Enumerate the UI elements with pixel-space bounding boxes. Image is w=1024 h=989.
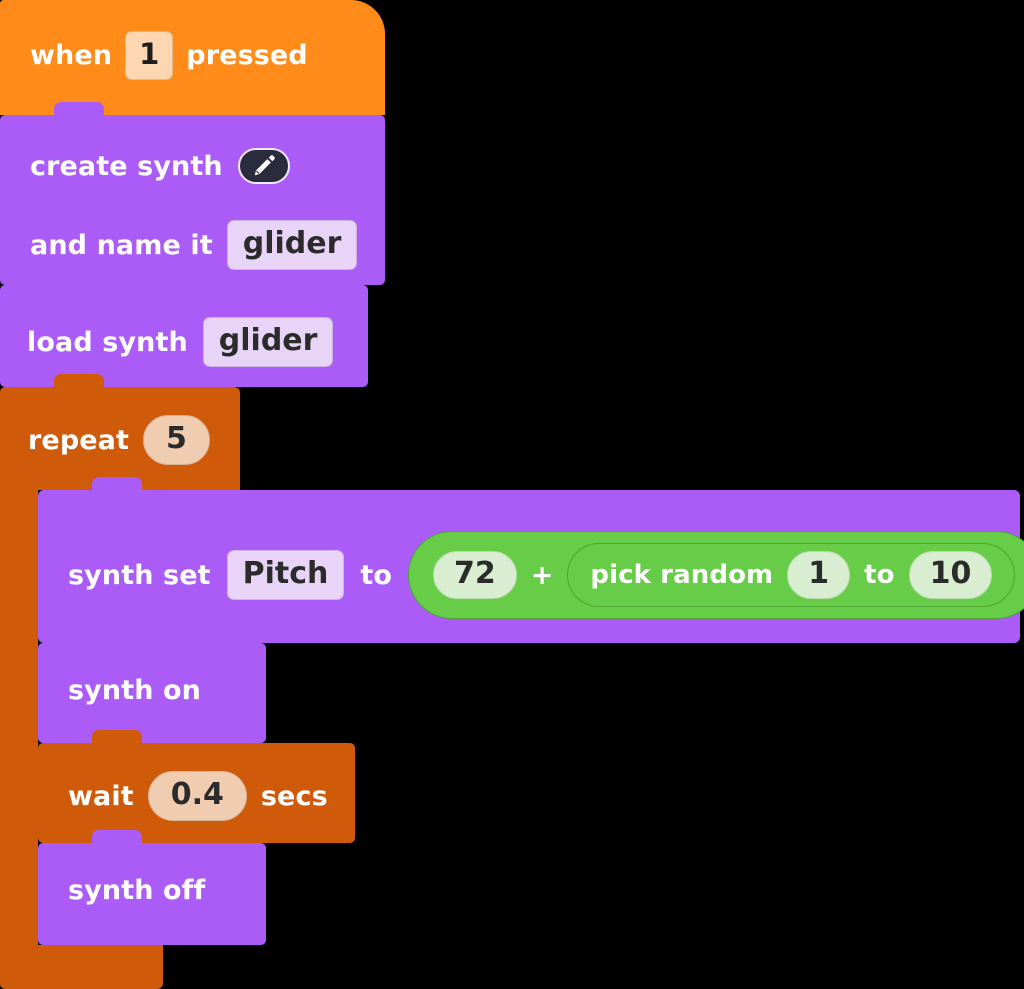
block-wait-secs[interactable]: wait 0.4 secs <box>38 730 355 843</box>
synth-set-label: synth set <box>68 559 211 591</box>
notch-top-create-synth <box>54 102 104 115</box>
block-when-key-pressed[interactable]: when 1 pressed <box>0 0 385 115</box>
repeat-left-arm <box>0 490 38 945</box>
synth-off-label: synth off <box>68 875 206 906</box>
key-input-field[interactable]: 1 <box>125 31 174 80</box>
block-synth-on[interactable]: synth on <box>38 630 266 743</box>
repeat-times-input[interactable]: 5 <box>143 415 210 465</box>
notch-top-synth-on <box>92 630 142 643</box>
operand-base-input[interactable]: 72 <box>433 551 517 599</box>
when-label: when <box>30 40 113 71</box>
repeat-row: repeat 5 <box>28 415 210 465</box>
wait-row: wait 0.4 secs <box>68 771 328 821</box>
block-repeat-header[interactable]: repeat 5 <box>0 374 240 490</box>
synth-off-row: synth off <box>68 877 205 904</box>
pick-random-to-label: to <box>864 560 895 590</box>
notch-top-load-synth <box>54 272 104 285</box>
synth-on-row: synth on <box>68 677 201 704</box>
synth-set-row: synth set Pitch to 72 + pick random 1 to… <box>68 531 1024 619</box>
create-synth-label: create synth <box>30 150 223 182</box>
pick-random-from-input[interactable]: 1 <box>787 551 851 599</box>
load-synth-label: load synth <box>27 326 188 358</box>
name-it-row: and name it glider <box>30 220 358 270</box>
secs-label: secs <box>260 780 328 812</box>
operator-pick-random[interactable]: pick random 1 to 10 <box>567 543 1016 607</box>
wait-seconds-input[interactable]: 0.4 <box>147 771 247 821</box>
load-synth-name-input[interactable]: glider <box>202 317 334 367</box>
when-key-pressed-row: when 1 pressed <box>30 31 308 80</box>
block-synth-off[interactable]: synth off <box>38 830 266 958</box>
notch-top-synth-set <box>92 477 142 490</box>
notch-bottom-synth-off <box>92 945 142 958</box>
block-create-synth[interactable]: create synth and name it glider <box>0 102 385 285</box>
synth-on-label: synth on <box>68 675 201 706</box>
block-load-synth[interactable]: load synth glider <box>0 272 368 387</box>
create-synth-row: create synth <box>30 148 290 184</box>
plus-sign: + <box>530 559 554 591</box>
load-synth-row: load synth glider <box>27 317 334 367</box>
repeat-label: repeat <box>28 424 129 456</box>
block-workspace[interactable]: when 1 pressed create synth and name it … <box>0 0 1024 989</box>
pressed-label: pressed <box>186 40 308 71</box>
synth-name-input[interactable]: glider <box>226 220 358 270</box>
pick-random-label: pick random <box>590 560 774 590</box>
block-synth-set[interactable]: synth set Pitch to 72 + pick random 1 to… <box>38 477 1024 643</box>
operator-add[interactable]: 72 + pick random 1 to 10 <box>408 531 1024 619</box>
to-label: to <box>360 559 393 591</box>
notch-top-synth-off <box>92 830 142 843</box>
and-name-it-label: and name it <box>30 229 213 261</box>
wait-label: wait <box>68 780 134 812</box>
synth-property-dropdown[interactable]: Pitch <box>226 550 345 600</box>
notch-top-wait <box>92 730 142 743</box>
notch-top-repeat <box>54 374 104 387</box>
pencil-icon[interactable] <box>237 148 290 184</box>
pick-random-to-input[interactable]: 10 <box>908 551 993 599</box>
hat-block-tab <box>0 0 102 16</box>
